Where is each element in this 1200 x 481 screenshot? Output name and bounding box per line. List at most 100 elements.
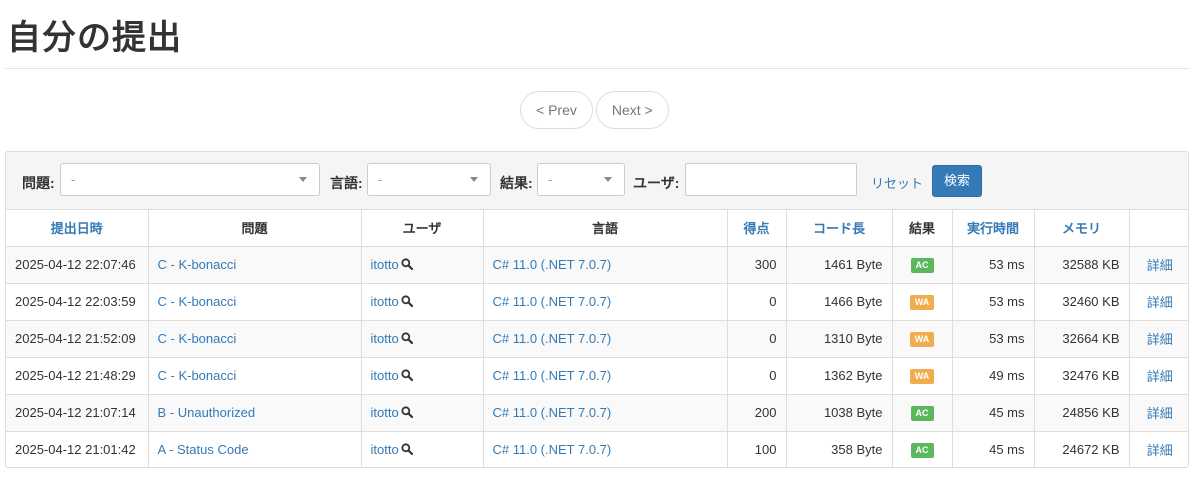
score: 0 [727, 283, 787, 321]
exec-time: 49 ms [952, 357, 1035, 395]
col-memory[interactable]: メモリ [1034, 210, 1130, 247]
code-length: 1362 Byte [786, 357, 893, 395]
score: 0 [727, 320, 787, 358]
user-filter-label: ユーザ: [633, 175, 680, 191]
magnifier-icon[interactable] [401, 295, 413, 307]
filter-bar: 問題: - 言語: - 結果: - ユーザ: リセット 検索 [6, 152, 1188, 210]
user-link[interactable]: itotto [371, 368, 399, 383]
exec-time: 45 ms [952, 394, 1035, 432]
language-link[interactable]: C# 11.0 (.NET 7.0.7) [483, 431, 728, 467]
detail-link[interactable]: 詳細 [1129, 431, 1188, 467]
submit-time: 2025-04-12 21:01:42 [6, 431, 149, 467]
user-input[interactable] [685, 163, 857, 196]
page-title: 自分の提出 [7, 18, 182, 58]
user-cell: itotto [361, 394, 484, 432]
submit-time: 2025-04-12 21:07:14 [6, 394, 149, 432]
user-link[interactable]: itotto [371, 294, 399, 309]
exec-time: 53 ms [952, 283, 1035, 321]
code-length: 1461 Byte [786, 246, 893, 284]
col-code-length[interactable]: コード長 [786, 210, 893, 247]
memory: 24856 KB [1034, 394, 1130, 432]
pager: < Prev Next > [520, 91, 669, 129]
magnifier-icon[interactable] [401, 369, 413, 381]
memory: 24672 KB [1034, 431, 1130, 467]
magnifier-icon[interactable] [401, 406, 413, 418]
result-cell: WA [892, 283, 953, 321]
status-badge: WA [909, 369, 935, 384]
code-length: 1310 Byte [786, 320, 893, 358]
user-link[interactable]: itotto [371, 257, 399, 272]
col-score[interactable]: 得点 [727, 210, 787, 247]
user-cell: itotto [361, 283, 484, 321]
status-badge: AC [910, 258, 934, 273]
language-link[interactable]: C# 11.0 (.NET 7.0.7) [483, 246, 728, 284]
status-badge: WA [909, 332, 935, 347]
problem-link[interactable]: A - Status Code [148, 431, 362, 467]
magnifier-icon[interactable] [401, 258, 413, 270]
table-row: 2025-04-12 21:52:09 C - K-bonacci itotto C#… [6, 320, 1188, 358]
user-link[interactable]: itotto [371, 442, 399, 457]
result-cell: WA [892, 320, 953, 358]
code-length: 1466 Byte [786, 283, 893, 321]
code-length: 1038 Byte [786, 394, 893, 432]
result-cell: AC [892, 431, 953, 467]
detail-link[interactable]: 詳細 [1129, 357, 1188, 395]
memory: 32476 KB [1034, 357, 1130, 395]
user-link[interactable]: itotto [371, 405, 399, 420]
language-link[interactable]: C# 11.0 (.NET 7.0.7) [483, 283, 728, 321]
score: 300 [727, 246, 787, 284]
score: 200 [727, 394, 787, 432]
chevron-down-icon [470, 177, 478, 182]
prev-button[interactable]: < Prev [520, 91, 593, 129]
submissions-table: 提出日時 問題 ユーザ 言語 得点 コード長 結果 実行時間 メモリ 2025-… [6, 210, 1188, 467]
status-badge: AC [910, 443, 934, 459]
problem-link[interactable]: C - K-bonacci [148, 283, 362, 321]
chevron-down-icon [604, 177, 612, 182]
user-cell: itotto [361, 431, 484, 467]
next-button[interactable]: Next > [595, 91, 669, 129]
language-link[interactable]: C# 11.0 (.NET 7.0.7) [483, 320, 728, 358]
detail-link[interactable]: 詳細 [1129, 283, 1188, 321]
magnifier-icon[interactable] [401, 332, 413, 344]
result-select[interactable]: - [537, 163, 625, 196]
problem-filter-label: 問題: [22, 175, 55, 191]
problem-select[interactable]: - [60, 163, 320, 196]
detail-link[interactable]: 詳細 [1129, 320, 1188, 358]
col-problem: 問題 [148, 210, 362, 247]
user-cell: itotto [361, 320, 484, 358]
submit-time: 2025-04-12 21:48:29 [6, 357, 149, 395]
result-filter-label: 結果: [500, 175, 533, 191]
magnifier-icon[interactable] [401, 443, 413, 456]
col-exec-time[interactable]: 実行時間 [952, 210, 1035, 247]
exec-time: 45 ms [952, 431, 1035, 467]
exec-time: 53 ms [952, 246, 1035, 284]
language-link[interactable]: C# 11.0 (.NET 7.0.7) [483, 357, 728, 395]
title-divider [5, 68, 1189, 69]
search-button[interactable]: 検索 [932, 165, 982, 197]
language-select[interactable]: - [367, 163, 491, 196]
table-row: 2025-04-12 21:07:14 B - Unauthorized itott… [6, 394, 1188, 432]
detail-link[interactable]: 詳細 [1129, 246, 1188, 284]
score: 0 [727, 357, 787, 395]
problem-select-value: - [71, 172, 76, 187]
problem-link[interactable]: B - Unauthorized [148, 394, 362, 432]
user-link[interactable]: itotto [371, 331, 399, 346]
table-row: 2025-04-12 22:07:46 C - K-bonacci itotto C#… [6, 246, 1188, 284]
exec-time: 53 ms [952, 320, 1035, 358]
col-submit-time[interactable]: 提出日時 [6, 210, 149, 247]
reset-link[interactable]: リセット [871, 173, 923, 192]
problem-link[interactable]: C - K-bonacci [148, 320, 362, 358]
result-cell: AC [892, 394, 953, 432]
user-cell: itotto [361, 357, 484, 395]
problem-link[interactable]: C - K-bonacci [148, 357, 362, 395]
col-language: 言語 [483, 210, 728, 247]
result-cell: WA [892, 357, 953, 395]
user-cell: itotto [361, 246, 484, 284]
problem-link[interactable]: C - K-bonacci [148, 246, 362, 284]
detail-link[interactable]: 詳細 [1129, 394, 1188, 432]
submit-time: 2025-04-12 22:03:59 [6, 283, 149, 321]
table-row: 2025-04-12 21:48:29 C - K-bonacci itotto C#… [6, 357, 1188, 395]
language-link[interactable]: C# 11.0 (.NET 7.0.7) [483, 394, 728, 432]
table-header-row: 提出日時 問題 ユーザ 言語 得点 コード長 結果 実行時間 メモリ [6, 210, 1188, 247]
submit-time: 2025-04-12 21:52:09 [6, 320, 149, 358]
